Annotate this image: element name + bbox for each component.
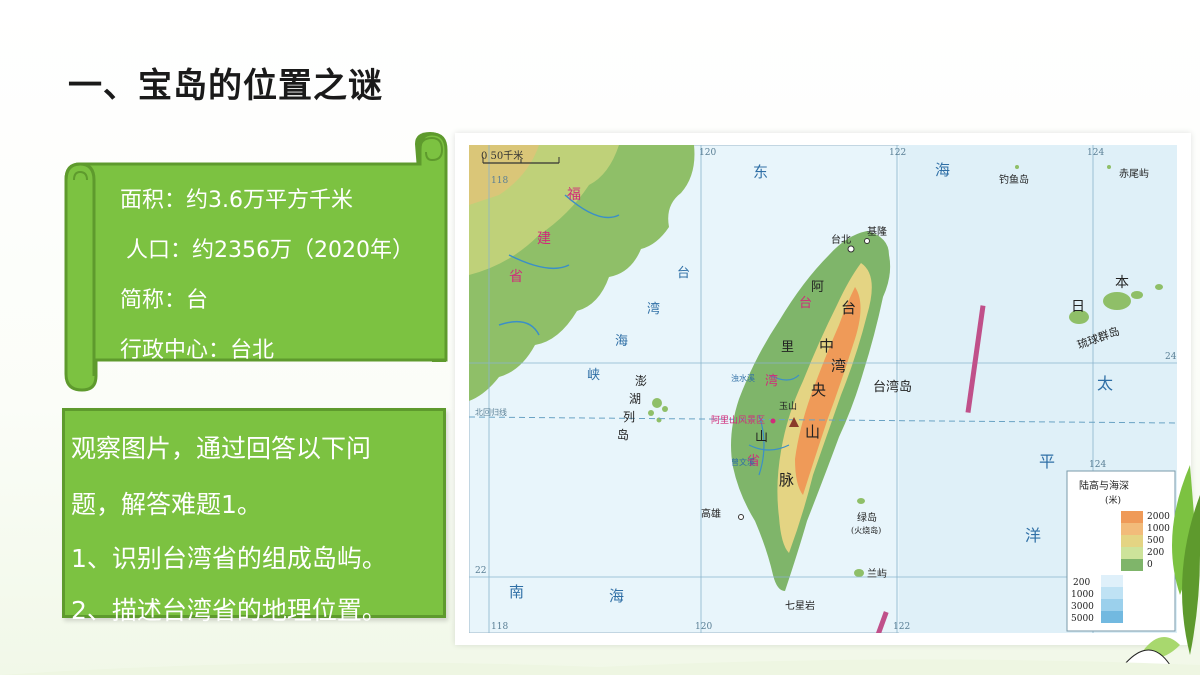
- legend-sea-3: 3000: [1071, 602, 1094, 612]
- question-item-1: 1、识别台湾省的组成岛屿。: [71, 544, 387, 573]
- lat-24-label: 24: [1165, 352, 1177, 362]
- question-text-1: 观察图片，通过回答以下问: [71, 434, 372, 463]
- pacific-2: 平: [1039, 452, 1055, 471]
- lanyu-label: 兰屿: [867, 567, 887, 580]
- page-title: 一、宝岛的位置之谜: [68, 66, 383, 106]
- leaf-decoration: [1122, 465, 1200, 666]
- lon-118-bottom: 118: [491, 622, 508, 632]
- info-list: 面积：约3.6万平方千米 人口：约2356万（2020年） 简称：台 行政中心：…: [120, 180, 414, 380]
- alishan-scenic-label: 阿里山风景区: [711, 415, 765, 426]
- green-island-alt-label: (火烧岛): [851, 525, 881, 535]
- map-svg: 0 50千米 118 120 122 124 118 120 122 124 2…: [469, 145, 1177, 633]
- keelung-marker: [864, 238, 870, 244]
- alishan-2: 里: [781, 340, 794, 355]
- lanyu-land: [854, 569, 864, 577]
- kaohsiung-marker: [738, 514, 744, 520]
- legend-unit: (米): [1105, 494, 1121, 506]
- alishan-scenic-marker: [770, 418, 776, 424]
- kaohsiung-label: 高雄: [701, 507, 721, 520]
- lon-124-top: 124: [1087, 148, 1104, 158]
- green-island-land: [857, 498, 865, 504]
- lon-124-mid: 124: [1089, 460, 1106, 470]
- central-4: 央: [811, 381, 826, 399]
- fujian-3: 省: [509, 269, 523, 285]
- yushan-label: 玉山: [779, 401, 797, 412]
- grass-decoration: [0, 659, 1200, 675]
- alishan-3: 山: [755, 430, 768, 445]
- taiwan-map: 0 50千米 118 120 122 124 118 120 122 124 2…: [455, 133, 1191, 645]
- fujian-2: 建: [537, 231, 551, 247]
- legend-sea-1: 200: [1073, 578, 1090, 588]
- central-2: 湾: [831, 357, 846, 375]
- info-abbr: 简称：台: [120, 288, 209, 313]
- question-text-2: 题，解答难题1。: [71, 490, 262, 519]
- alishan-1: 阿: [811, 280, 824, 295]
- south-sea-2: 海: [609, 587, 624, 605]
- penghu-2: 湖: [629, 391, 641, 406]
- central-3: 中: [819, 337, 834, 355]
- central-5: 山: [805, 423, 820, 441]
- keelung-label: 基隆: [867, 225, 887, 238]
- east-sea-2: 海: [935, 161, 950, 179]
- lat-22-label: 22: [475, 566, 486, 576]
- scale-label: 0 50千米: [481, 149, 523, 162]
- pacific-1: 太: [1097, 374, 1113, 393]
- penghu-1: 澎: [635, 374, 647, 388]
- question-item-2: 2、描述台湾省的地理位置。: [71, 596, 387, 625]
- strait-1: 台: [677, 266, 690, 281]
- question-box: 观察图片，通过回答以下问 题，解答难题1。 1、识别台湾省的组成岛屿。 2、描述…: [62, 408, 446, 625]
- east-sea-1: 东: [753, 163, 768, 181]
- diaoyu-island-land: [1015, 165, 1019, 169]
- lon-120-bottom: 120: [695, 622, 712, 632]
- river-1-label: 浊水溪: [731, 373, 755, 383]
- strait-3: 海: [615, 334, 628, 349]
- diaoyu-label: 钓鱼岛: [999, 173, 1029, 186]
- info-area: 面积：约3.6万平方千米: [120, 188, 353, 213]
- strait-4: 峡: [587, 368, 600, 383]
- japan-1: 日: [1071, 299, 1085, 315]
- chiwei-label: 赤尾屿: [1119, 168, 1149, 180]
- river-2-label: 曾文溪: [731, 457, 755, 467]
- lon-122-bottom: 122: [893, 622, 910, 632]
- tropic-label: 北回归线: [475, 407, 507, 417]
- legend-sea-4: 5000: [1071, 614, 1094, 624]
- penghu-3: 列: [623, 410, 635, 424]
- taipei-marker: [847, 245, 855, 253]
- central-1: 台: [841, 299, 856, 317]
- lon-118-top: 118: [491, 176, 508, 186]
- south-sea-1: 南: [509, 583, 524, 601]
- penghu-4: 岛: [617, 427, 629, 442]
- qixing-label: 七星岩: [785, 599, 815, 612]
- lon-122-top: 122: [889, 148, 906, 158]
- info-capital: 行政中心：台北: [120, 338, 275, 363]
- tw-prov-2: 湾: [765, 373, 778, 389]
- legend-sea-2: 1000: [1071, 590, 1094, 600]
- pacific-3: 洋: [1025, 526, 1041, 545]
- fujian-1: 福: [567, 187, 581, 203]
- japan-2: 本: [1115, 275, 1129, 291]
- lon-120-top: 120: [699, 148, 716, 158]
- central-6: 脉: [779, 471, 794, 489]
- tw-prov-1: 台: [799, 296, 812, 311]
- taiwan-island-label: 台湾岛: [873, 379, 912, 395]
- strait-2: 湾: [647, 301, 660, 317]
- info-population: 人口：约2356万（2020年）: [126, 238, 414, 263]
- green-island-label: 绿岛: [857, 511, 877, 524]
- taipei-label: 台北: [831, 233, 851, 246]
